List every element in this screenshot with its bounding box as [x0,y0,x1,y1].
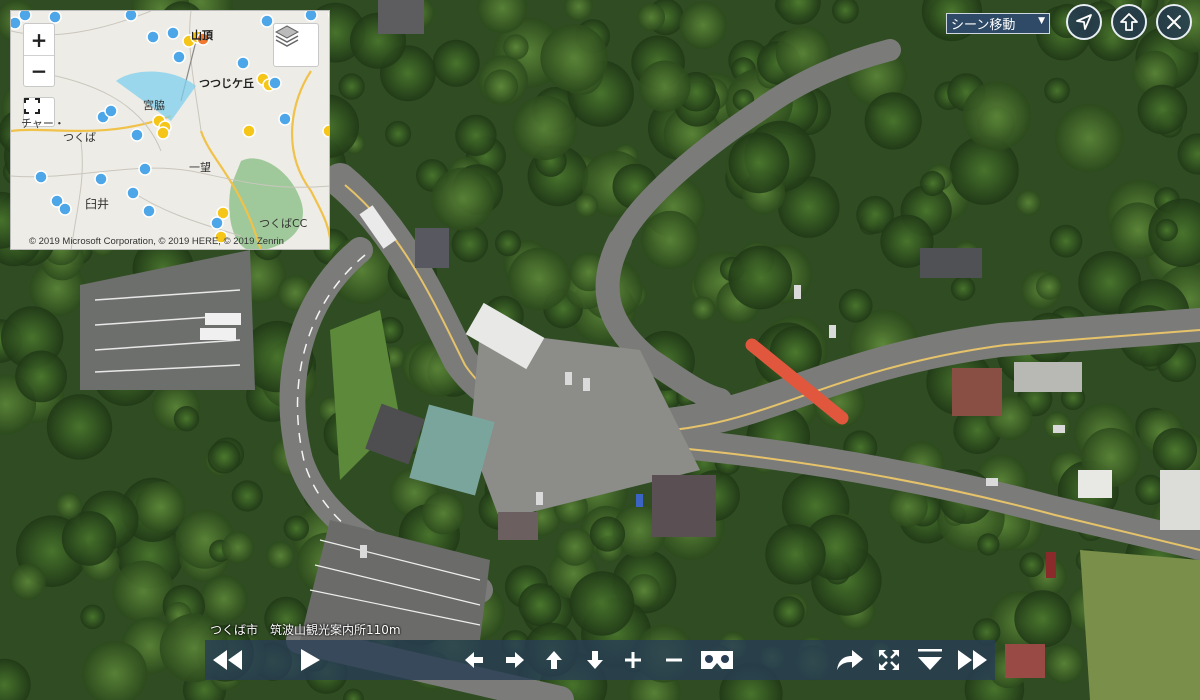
layers-icon [274,25,300,47]
map-copyright: © 2019 Microsoft Corporation, © 2019 HER… [29,236,284,247]
map-label-tsutsujigaoka: つつじケ丘 [199,77,254,90]
pan-right-button[interactable] [500,640,530,680]
vr-icon [701,651,733,669]
map-marker[interactable] [138,162,152,176]
map-marker[interactable] [172,50,186,64]
map-marker[interactable] [268,76,282,90]
menu-icon [918,649,942,670]
close-button[interactable] [1156,4,1192,40]
map-label-miyawaki: 宮脇 [143,99,165,112]
map-label-summit: 山頂 [191,29,213,42]
map-marker[interactable] [146,30,160,44]
map-zoom-in-button[interactable]: + [24,24,54,55]
map-label-tsukuba-cc: つくばCC [259,217,308,230]
pan-down-icon [587,651,603,669]
location-label: つくば市 筑波山観光案内所110m [210,623,401,637]
pan-right-icon [506,652,524,668]
map-marker[interactable] [156,126,170,140]
map-marker[interactable] [11,16,22,30]
map-zoom-out-button[interactable]: − [24,55,54,86]
map-marker[interactable] [130,128,144,142]
map-marker[interactable] [94,172,108,186]
scene-select[interactable]: シーン移動 ▼ [946,13,1050,34]
share-icon [837,650,863,670]
pan-up-button[interactable] [539,640,569,680]
fullscreen-icon [879,650,899,670]
vr-button[interactable] [697,640,737,680]
share-button[interactable] [833,640,867,680]
fast-forward-icon [958,650,987,670]
bottom-toolbar [205,640,995,680]
chevron-down-icon: ▼ [1038,16,1045,26]
up-arrow-icon [1120,13,1138,31]
map-label-tsukuba: つくば [63,131,96,144]
compass-button[interactable] [1066,4,1102,40]
scene-select-value: シーン移動 [951,18,1016,33]
menu-button[interactable] [914,640,946,680]
map-label-center: チャー・ [21,117,65,130]
map-marker[interactable] [210,216,224,230]
play-button[interactable] [293,640,327,680]
map-marker[interactable] [328,11,330,21]
zoom-out-icon [666,658,682,662]
map-marker[interactable] [126,186,140,200]
map-marker[interactable] [48,11,62,24]
zoom-in-button[interactable] [618,640,648,680]
map-marker[interactable] [142,204,156,218]
navigation-arrow-icon [1076,14,1092,30]
map-marker[interactable] [236,56,250,70]
map-marker[interactable] [18,11,32,22]
map-marker[interactable] [166,26,180,40]
pan-up-icon [546,651,562,669]
map-marker[interactable] [34,170,48,184]
map-zoom-control: + − [23,23,55,87]
map-label-ichibo: 一望 [189,161,211,174]
map-marker[interactable] [260,14,274,28]
fullscreen-icon [24,98,40,114]
close-icon [1167,15,1181,29]
map-marker[interactable] [304,11,318,22]
map-marker[interactable] [242,124,256,138]
minimap[interactable]: + − 山頂 つつじケ丘 宮脇 チャー・ つくば 一望 臼井 つくばCC © 2… [10,10,330,250]
map-marker[interactable] [58,202,72,216]
fullscreen-button[interactable] [874,640,904,680]
map-marker[interactable] [124,11,138,22]
fast-forward-button[interactable] [953,640,993,680]
pan-left-icon [465,652,483,668]
map-marker[interactable] [104,104,118,118]
rewind-icon [213,650,242,670]
pan-down-button[interactable] [580,640,610,680]
map-layers-button[interactable] [273,23,319,67]
pan-left-button[interactable] [459,640,489,680]
play-icon [301,649,320,671]
zoom-out-button[interactable] [659,640,689,680]
map-label-usui: 臼井 [85,197,110,211]
up-level-button[interactable] [1111,4,1147,40]
map-marker[interactable] [322,124,330,138]
zoom-in-icon [625,652,641,668]
rewind-button[interactable] [207,640,247,680]
map-marker[interactable] [278,112,292,126]
